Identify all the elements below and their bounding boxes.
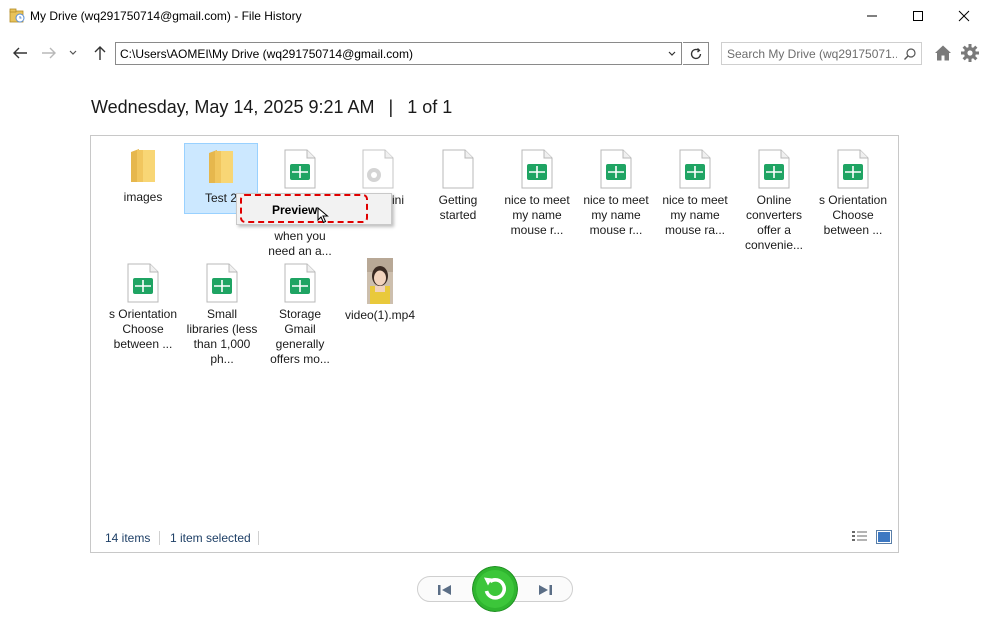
sheet-icon [679,149,711,189]
file-item[interactable]: Getting started [421,149,495,223]
selection-count: 1 item selected [170,531,251,545]
sheet-icon [758,149,790,189]
file-item[interactable]: nice to meet my name mouse r... [500,149,574,238]
minimize-icon [867,15,877,16]
address-bar[interactable]: C:\Users\AOMEI\My Drive (wq291750714@gma… [115,42,682,65]
search-input[interactable]: Search My Drive (wq29175071... [721,42,922,65]
file-name: Online converters offer a convenie... [744,193,804,252]
file-history-app-icon [9,8,25,23]
file-item[interactable]: Small libraries (less than 1,000 ph... [185,263,259,367]
folder-icon [209,150,233,183]
settings-file-icon [362,149,394,189]
restore-button[interactable] [472,566,518,612]
file-item[interactable]: nice to meet my name mouse r... [579,149,653,238]
search-placeholder: Search My Drive (wq29175071... [727,47,897,61]
sheet-icon [284,149,316,189]
title-bar: My Drive (wq291750714@gmail.com) - File … [0,0,989,32]
home-icon[interactable] [933,43,953,63]
mouse-cursor-icon [317,207,329,224]
file-item[interactable]: images [106,144,180,205]
file-name: images [123,190,163,204]
status-divider [258,531,259,545]
recent-locations-button[interactable] [64,43,82,63]
file-item[interactable]: Storage Gmail generally offers mo... [263,263,337,367]
sheet-icon [127,263,159,303]
file-list-pane[interactable]: images Test 2 when you need an a... p.in… [90,135,899,553]
sheet-icon [206,263,238,303]
close-button[interactable] [941,0,987,31]
refresh-icon [690,47,701,59]
file-name: Getting started [438,193,478,222]
file-name: Storage Gmail generally offers mo... [270,307,330,366]
item-count: 14 items [105,531,151,545]
file-name: when you need an a... [268,229,332,258]
maximize-icon [913,10,923,21]
video-thumbnail-icon [367,258,393,304]
up-button[interactable] [91,43,109,63]
sheet-icon [600,149,632,189]
maximize-button[interactable] [895,0,941,31]
restore-controls [417,566,573,612]
refresh-button[interactable] [683,42,709,65]
back-button[interactable] [11,43,29,63]
status-bar: 14 items 1 item selected [91,526,898,552]
context-menu: Preview [236,193,392,225]
close-icon [958,10,970,21]
navigation-bar: C:\Users\AOMEI\My Drive (wq291750714@gma… [0,38,989,68]
snapshot-position: 1 of 1 [407,97,453,117]
gear-icon[interactable] [960,43,980,63]
file-name: video(1).mp4 [344,308,416,322]
minimize-button[interactable] [849,0,895,31]
file-item[interactable]: nice to meet my name mouse ra... [658,149,732,238]
previous-version-button[interactable] [435,582,455,598]
file-name: nice to meet my name mouse ra... [662,193,728,237]
header-separator: | [388,97,394,117]
snapshot-header: Wednesday, May 14, 2025 9:21 AM | 1 of 1 [91,97,452,118]
snapshot-date: Wednesday, May 14, 2025 9:21 AM [91,97,375,117]
file-name: Small libraries (less than 1,000 ph... [186,307,258,366]
status-divider [159,531,160,545]
file-name: nice to meet my name mouse r... [583,193,649,237]
file-name: s Orientation Choose between ... [818,193,888,237]
search-icon [904,48,916,60]
chevron-down-icon [668,51,676,56]
sheet-icon [837,149,869,189]
file-item[interactable]: s Orientation Choose between ... [106,263,180,352]
address-path: C:\Users\AOMEI\My Drive (wq291750714@gma… [120,47,413,61]
window-title: My Drive (wq291750714@gmail.com) - File … [30,9,302,23]
file-name: s Orientation Choose between ... [108,307,178,351]
details-view-icon[interactable] [852,530,868,544]
arrow-right-icon [42,47,56,59]
blank-file-icon [442,149,474,189]
sheet-icon [521,149,553,189]
large-icons-view-icon[interactable] [876,530,892,544]
preview-highlight-outline [240,194,368,223]
address-dropdown-button[interactable] [663,43,681,64]
sheet-icon [284,263,316,303]
file-item[interactable]: video(1).mp4 [343,258,417,323]
forward-button[interactable] [40,43,58,63]
file-item[interactable]: s Orientation Choose between ... [816,149,890,238]
arrow-left-icon [13,47,27,59]
arrow-up-icon [94,46,106,60]
file-item[interactable]: Online converters offer a convenie... [737,149,811,253]
chevron-down-icon [69,50,77,55]
next-version-button[interactable] [535,582,555,598]
folder-icon [131,149,155,182]
file-name: nice to meet my name mouse r... [504,193,570,237]
